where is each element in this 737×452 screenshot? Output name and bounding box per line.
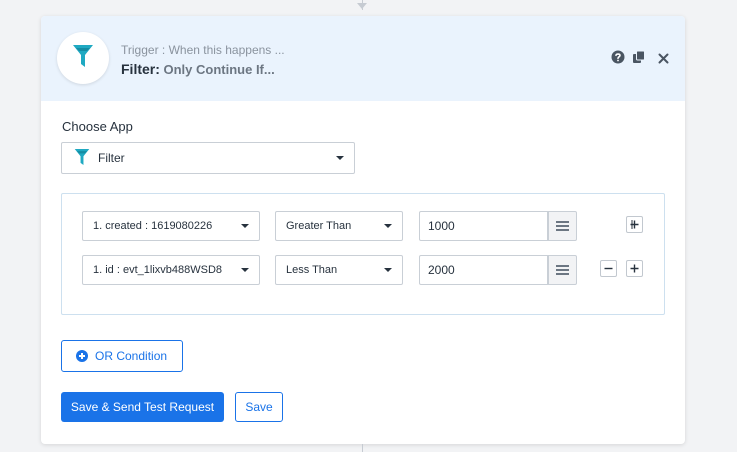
help-icon[interactable] bbox=[611, 50, 625, 69]
or-condition-label: OR Condition bbox=[95, 349, 168, 363]
step-subtitle: Trigger : When this happens ... bbox=[121, 43, 285, 57]
step-header: Trigger : When this happens ... Filter: … bbox=[41, 16, 685, 101]
condition-field-value: 1. created : 1619080226 bbox=[93, 220, 213, 232]
add-and-condition-button[interactable] bbox=[626, 216, 643, 233]
flow-connector-bottom bbox=[362, 444, 363, 452]
condition-field-select[interactable]: 1. id : evt_1lixvb488WSD8 bbox=[82, 255, 260, 285]
add-and-condition-button[interactable] bbox=[626, 260, 643, 277]
menu-icon-line bbox=[556, 225, 569, 227]
plus-icon bbox=[630, 220, 639, 229]
insert-field-menu-button[interactable] bbox=[548, 255, 577, 285]
filter-step-card: Trigger : When this happens ... Filter: … bbox=[41, 16, 685, 444]
menu-icon bbox=[556, 221, 569, 223]
chevron-down-icon bbox=[241, 224, 249, 228]
save-button[interactable]: Save bbox=[235, 392, 283, 422]
insert-field-menu-button[interactable] bbox=[548, 211, 577, 241]
condition-field-value: 1. id : evt_1lixvb488WSD8 bbox=[93, 264, 223, 276]
chevron-down-icon bbox=[241, 268, 249, 272]
step-title: Filter: Only Continue If... bbox=[121, 61, 275, 77]
plus-circle-icon bbox=[76, 350, 88, 362]
chevron-down-icon bbox=[336, 156, 344, 160]
or-condition-button[interactable]: OR Condition bbox=[61, 340, 183, 372]
chevron-down-icon bbox=[384, 224, 392, 228]
condition-operator-select[interactable]: Less Than bbox=[275, 255, 403, 285]
condition-operator-value: Greater Than bbox=[286, 220, 352, 232]
choose-app-label: Choose App bbox=[62, 119, 133, 134]
choose-app-select[interactable]: Filter bbox=[61, 142, 355, 174]
step-title-event: Only Continue If... bbox=[159, 62, 275, 77]
chevron-down-icon bbox=[384, 268, 392, 272]
copy-icon[interactable] bbox=[632, 50, 646, 69]
close-icon[interactable] bbox=[658, 51, 669, 69]
plus-icon bbox=[630, 264, 639, 273]
condition-operator-value: Less Than bbox=[286, 264, 338, 276]
condition-field-select[interactable]: 1. created : 1619080226 bbox=[82, 211, 260, 241]
condition-value-input[interactable]: 1000 bbox=[419, 211, 548, 241]
flow-arrow-icon bbox=[357, 3, 367, 9]
step-title-app: Filter: bbox=[121, 61, 160, 77]
filter-icon bbox=[74, 148, 90, 169]
condition-operator-select[interactable]: Greater Than bbox=[275, 211, 403, 241]
condition-value-input[interactable]: 2000 bbox=[419, 255, 548, 285]
conditions-group: 1. created : 1619080226 Greater Than 100… bbox=[61, 193, 665, 315]
save-and-send-test-button[interactable]: Save & Send Test Request bbox=[61, 392, 224, 422]
choose-app-value: Filter bbox=[98, 151, 125, 165]
menu-icon-line bbox=[556, 269, 569, 271]
filter-icon bbox=[72, 44, 94, 73]
app-badge bbox=[57, 32, 109, 84]
remove-condition-button[interactable] bbox=[600, 260, 617, 277]
menu-icon-line bbox=[556, 229, 569, 231]
menu-icon-line bbox=[556, 273, 569, 275]
minus-icon bbox=[604, 267, 613, 270]
menu-icon bbox=[556, 265, 569, 267]
